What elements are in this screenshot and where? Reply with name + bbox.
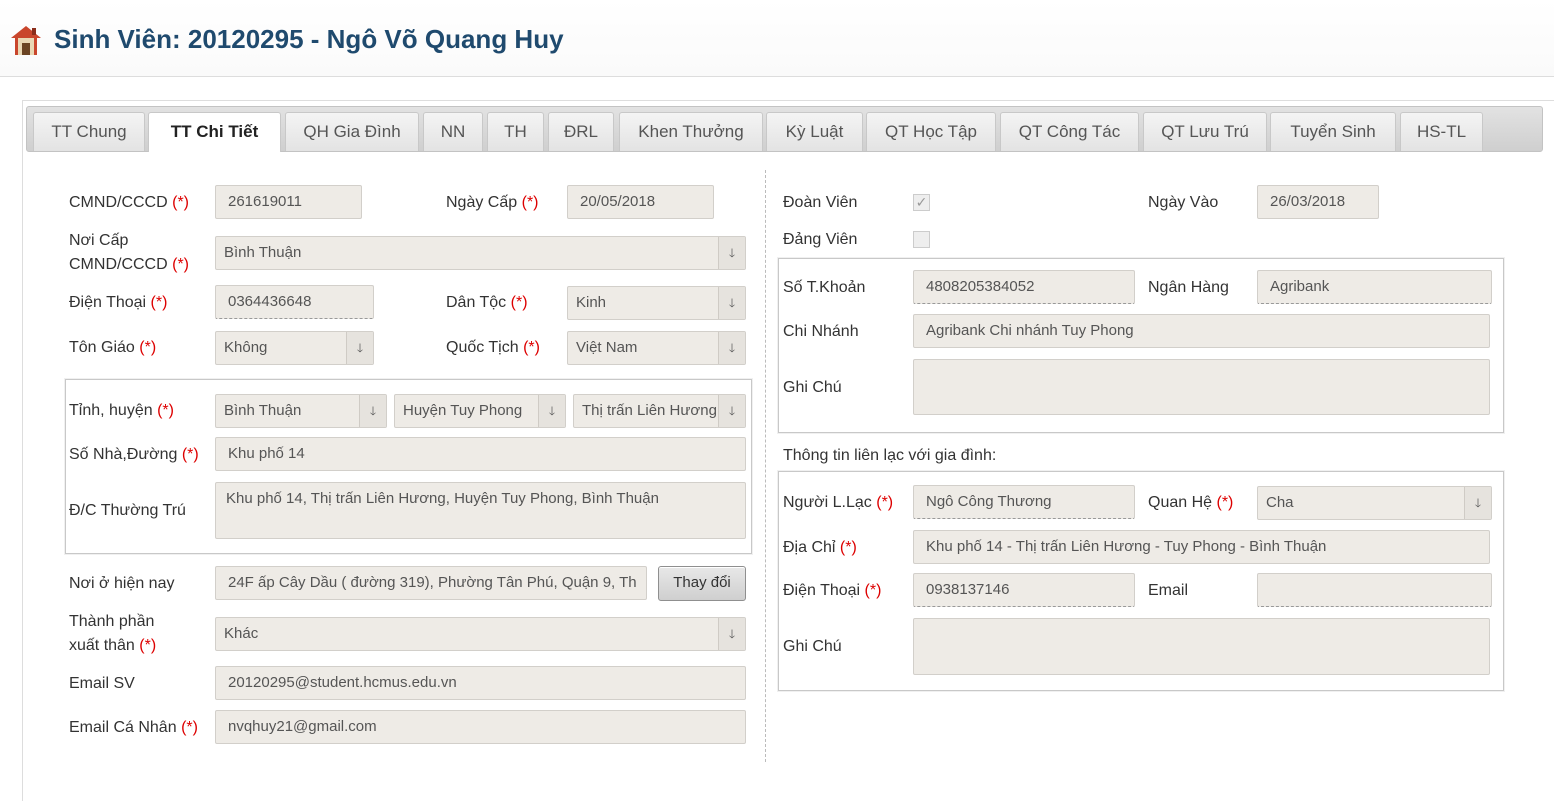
so-tk-label: Số T.Khoản <box>783 279 866 296</box>
thanh-phan-select[interactable]: Khác 🡓 <box>215 617 746 651</box>
email-sv-label: Email SV <box>69 675 135 692</box>
noi-o-label: Nơi ở hiện nay <box>69 575 175 592</box>
chevron-down-icon[interactable]: 🡓 <box>718 395 745 427</box>
noi-cap-select[interactable]: Bình Thuận 🡓 <box>215 236 746 270</box>
quan-he-label: Quan Hệ (*) <box>1148 494 1234 511</box>
thanh-phan-value: Khác <box>224 625 259 642</box>
cmnd-field[interactable]: 261619011 <box>215 185 362 219</box>
noi-cap-label: Nơi Cấp CMND/CCCD (*) <box>69 232 189 273</box>
ngay-cap-field[interactable]: 20/05/2018 <box>567 185 714 219</box>
thay-doi-button[interactable]: Thay đổi <box>658 566 746 601</box>
chevron-down-icon[interactable]: 🡓 <box>718 237 745 269</box>
page-title: Sinh Viên: 20120295 - Ngô Võ Quang Huy <box>54 24 564 54</box>
quoc-tich-value: Việt Nam <box>576 339 638 356</box>
ngay-vao-field[interactable]: 26/03/2018 <box>1257 185 1379 219</box>
dang-vien-label: Đảng Viên <box>783 231 858 248</box>
ghi-chu-gd-label: Ghi Chú <box>783 638 842 655</box>
ton-giao-select[interactable]: Không 🡓 <box>215 331 374 365</box>
xa-select[interactable]: Thị trấn Liên Hương 🡓 <box>573 394 746 428</box>
tinh-value: Bình Thuận <box>224 402 302 419</box>
dia-chi-label: Địa Chỉ (*) <box>783 539 857 556</box>
email-gd-label: Email <box>1148 582 1189 599</box>
dang-vien-checkbox[interactable] <box>913 231 930 248</box>
page-header: Sinh Viên: 20120295 - Ngô Võ Quang Huy <box>0 0 1554 77</box>
tab-tt-chi-tiet[interactable]: TT Chi Tiết <box>148 112 281 152</box>
thanh-phan-label: Thành phần xuất thân (*) <box>69 613 157 654</box>
ngay-vao-label: Ngày Vào <box>1148 194 1219 211</box>
ton-giao-value: Không <box>224 339 268 356</box>
tinh-select[interactable]: Bình Thuận 🡓 <box>215 394 387 428</box>
tab-nn[interactable]: NN <box>423 112 483 151</box>
tab-qt-luu-tru[interactable]: QT Lưu Trú <box>1143 112 1267 151</box>
dc-thuong-tru-field[interactable]: Khu phố 14, Thị trấn Liên Hương, Huyện T… <box>215 482 746 539</box>
chevron-down-icon[interactable]: 🡓 <box>359 395 386 427</box>
quan-he-value: Cha <box>1266 494 1294 511</box>
family-heading: Thông tin liên lạc với gia đình: <box>783 447 997 464</box>
tab-hs-tl[interactable]: HS-TL <box>1400 112 1483 151</box>
xa-value: Thị trấn Liên Hương <box>582 402 717 419</box>
dien-thoai-gd-label: Điện Thoại (*) <box>783 582 882 599</box>
quan-he-select[interactable]: Cha 🡓 <box>1257 486 1492 520</box>
email-sv-field[interactable]: 20120295@student.hcmus.edu.vn <box>215 666 746 700</box>
dc-thuong-tru-label: Đ/C Thường Trú <box>69 502 186 519</box>
noi-cap-value: Bình Thuận <box>224 244 302 261</box>
so-nha-label: Số Nhà,Đường (*) <box>69 446 199 463</box>
tab-khen-thuong[interactable]: Khen Thưởng <box>619 112 763 151</box>
so-nha-field[interactable]: Khu phố 14 <box>215 437 746 471</box>
tab-th[interactable]: TH <box>487 112 544 151</box>
dia-chi-field[interactable]: Khu phố 14 - Thị trấn Liên Hương - Tuy P… <box>913 530 1490 564</box>
doan-vien-checkbox[interactable]: ✓ <box>913 194 930 211</box>
home-icon <box>11 26 41 55</box>
tab-qt-cong-tac[interactable]: QT Công Tác <box>1000 112 1139 151</box>
huyen-select[interactable]: Huyện Tuy Phong 🡓 <box>394 394 566 428</box>
tab-ky-luat[interactable]: Kỳ Luật <box>766 112 863 151</box>
doan-vien-label: Đoàn Viên <box>783 194 858 211</box>
dien-thoai-gd-field[interactable]: 0938137146 <box>913 573 1135 607</box>
email-ca-nhan-label: Email Cá Nhân (*) <box>69 719 198 736</box>
nguoi-lien-lac-label: Người L.Lạc (*) <box>783 494 894 511</box>
huyen-value: Huyện Tuy Phong <box>403 402 523 419</box>
chi-nhanh-field[interactable]: Agribank Chi nhánh Tuy Phong <box>913 314 1490 348</box>
ghi-chu-gd-field[interactable] <box>913 618 1490 675</box>
email-ca-nhan-field[interactable]: nvqhuy21@gmail.com <box>215 710 746 744</box>
tab-qt-hoc-tap[interactable]: QT Học Tập <box>866 112 996 151</box>
dien-thoai-field[interactable]: 0364436648 <box>215 285 374 319</box>
noi-o-field[interactable]: 24F ấp Cây Dầu ( đường 319), Phường Tân … <box>215 566 647 600</box>
column-divider <box>765 170 766 762</box>
ghi-chu-bank-field[interactable] <box>913 359 1490 415</box>
chevron-down-icon[interactable]: 🡓 <box>538 395 565 427</box>
ton-giao-label: Tôn Giáo (*) <box>69 339 157 356</box>
ngan-hang-field[interactable]: Agribank <box>1257 270 1492 304</box>
dan-toc-value: Kinh <box>576 294 607 311</box>
so-tk-field[interactable]: 4808205384052 <box>913 270 1135 304</box>
quoc-tich-select[interactable]: Việt Nam 🡓 <box>567 331 746 365</box>
chi-nhanh-label: Chi Nhánh <box>783 323 859 340</box>
nguoi-lien-lac-field[interactable]: Ngô Công Thương <box>913 485 1135 519</box>
ngay-cap-label: Ngày Cấp (*) <box>446 194 539 211</box>
quoc-tich-label: Quốc Tịch (*) <box>446 339 540 356</box>
chevron-down-icon[interactable]: 🡓 <box>718 618 745 650</box>
chevron-down-icon[interactable]: 🡓 <box>718 287 745 319</box>
tinh-huyen-label: Tỉnh, huyện (*) <box>69 402 174 419</box>
dan-toc-select[interactable]: Kinh 🡓 <box>567 286 746 320</box>
email-gd-field[interactable] <box>1257 573 1492 607</box>
ghi-chu-bank-label: Ghi Chú <box>783 379 842 396</box>
cmnd-label: CMND/CCCD (*) <box>69 194 189 211</box>
chevron-down-icon[interactable]: 🡓 <box>1464 487 1491 519</box>
tab-qh-gia-dinh[interactable]: QH Gia Đình <box>285 112 419 151</box>
tab-drl[interactable]: ĐRL <box>548 112 614 151</box>
dien-thoai-label: Điện Thoại (*) <box>69 294 168 311</box>
tab-tuyen-sinh[interactable]: Tuyển Sinh <box>1270 112 1396 151</box>
tab-tt-chung[interactable]: TT Chung <box>33 112 145 151</box>
chevron-down-icon[interactable]: 🡓 <box>346 332 373 364</box>
dan-toc-label: Dân Tộc (*) <box>446 294 528 311</box>
check-icon: ✓ <box>915 194 928 210</box>
ngan-hang-label: Ngân Hàng <box>1148 279 1229 296</box>
chevron-down-icon[interactable]: 🡓 <box>718 332 745 364</box>
